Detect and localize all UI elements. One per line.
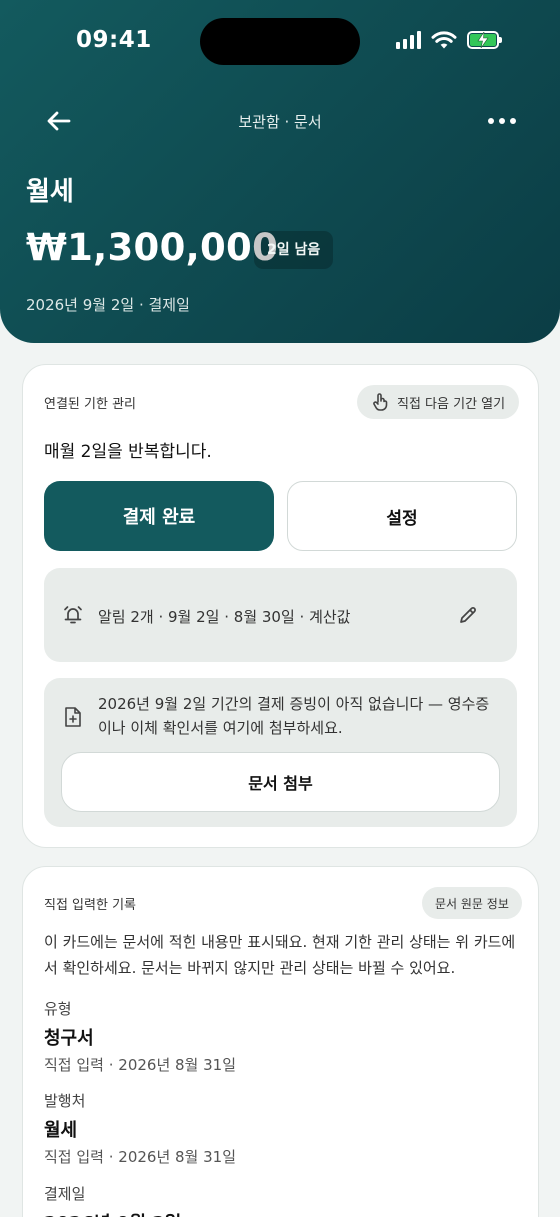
deadline-card: 연결된 기한 관리 직접 다음 기간 열기 매월 2일을 반복합니다. 결제 완… [22, 364, 539, 848]
proof-missing-text: 2026년 9월 2일 기간의 결제 증빙이 아직 없습니다 — 영수증이나 이… [98, 695, 490, 737]
header: 09:41 보관함 · 문서 월세 ₩1,300,000 2일 남음 2026년… [0, 0, 560, 343]
edit-pencil-icon[interactable] [458, 605, 478, 625]
attach-document-button[interactable]: 문서 첨부 [61, 752, 500, 812]
battery-icon [467, 31, 502, 49]
amount: ₩1,300,000 [26, 226, 279, 269]
page-title: 월세 [26, 177, 74, 207]
field-label-type: 유형 [44, 1000, 72, 1018]
source-info-label: 문서 원문 정보 [435, 896, 509, 911]
repeat-text: 매월 2일을 반복합니다. [44, 442, 212, 462]
alarm-bell-icon [64, 606, 82, 624]
field-label-due-date: 결제일 [44, 1185, 86, 1203]
field-value-due-date: 2026년 9월 2일 [44, 1209, 181, 1217]
settings-button[interactable]: 설정 [287, 481, 517, 551]
payment-proof-box: 2026년 9월 2일 기간의 결제 증빙이 아직 없습니다 — 영수증이나 이… [44, 678, 517, 827]
field-value-type: 청구서 [44, 1028, 94, 1049]
nav-title: 보관함 · 문서 [238, 113, 322, 131]
field-label-issuer: 발행처 [44, 1092, 86, 1110]
more-options-icon[interactable] [488, 112, 516, 130]
alarm-summary: 알림 2개 · 9월 2일 · 8월 30일 · 계산값 [98, 608, 351, 626]
source-info-button[interactable]: 문서 원문 정보 [422, 887, 522, 919]
open-next-period-button[interactable]: 직접 다음 기간 열기 [357, 385, 520, 419]
record-card: 직접 입력한 기록 문서 원문 정보 이 카드에는 문서에 적힌 내용만 표시돼… [22, 866, 539, 1217]
wifi-icon [431, 31, 457, 49]
due-date: 2026년 9월 2일 · 결제일 [26, 296, 190, 314]
status-icons [396, 30, 502, 50]
days-left-badge: 2일 남음 [254, 231, 334, 269]
cellular-signal-icon [396, 31, 421, 49]
deadline-card-label: 연결된 기한 관리 [44, 397, 136, 412]
record-description: 이 카드에는 문서에 적힌 내용만 표시돼요. 현재 기한 관리 상태는 위 카… [44, 933, 516, 977]
dynamic-island [200, 18, 360, 65]
open-next-period-label: 직접 다음 기간 열기 [397, 396, 506, 412]
payment-complete-button[interactable]: 결제 완료 [44, 481, 274, 551]
tap-hand-icon [373, 393, 388, 411]
status-time: 09:41 [76, 27, 152, 53]
field-value-issuer: 월세 [44, 1120, 78, 1141]
record-card-label: 직접 입력한 기록 [44, 898, 136, 913]
field-meta-issuer: 직접 입력 · 2026년 8월 31일 [44, 1148, 237, 1166]
document-add-icon [65, 707, 81, 727]
field-meta-type: 직접 입력 · 2026년 8월 31일 [44, 1056, 237, 1074]
alarm-row[interactable]: 알림 2개 · 9월 2일 · 8월 30일 · 계산값 [44, 568, 517, 662]
